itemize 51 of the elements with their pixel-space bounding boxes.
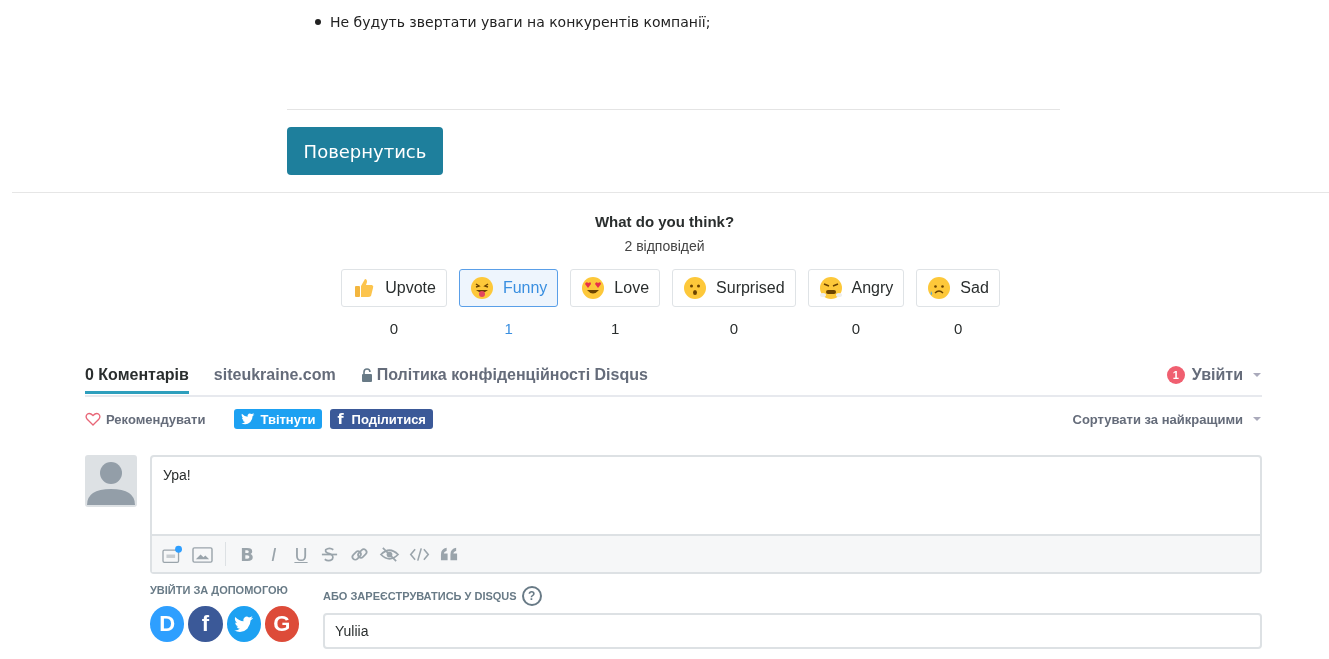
avatar-icon <box>85 455 137 507</box>
reaction-button[interactable]: Angry <box>807 269 905 307</box>
emoji-icon <box>581 276 606 300</box>
social-login-button[interactable]: f <box>188 606 223 642</box>
register-label: АБО ЗАРЕЄСТРУВАТИСЬ У DISQUS <box>323 590 517 602</box>
reaction-count: 0 <box>851 320 861 337</box>
bullet-text: Не будуть звертати уваги на конкурентів компанії; <box>330 14 711 30</box>
share-button[interactable]: Твітнути <box>234 409 323 429</box>
caret-icon <box>1252 416 1262 422</box>
hidden-eye-icon[interactable] <box>379 544 400 564</box>
sort-menu[interactable]: Сортувати за найкращими <box>1072 411 1243 427</box>
recommend-button[interactable]: Рекомендувати <box>85 411 206 427</box>
social-login-button[interactable]: D <box>150 606 185 642</box>
reactions-title: What do you think? <box>593 213 736 230</box>
login-menu[interactable]: Увійти <box>1191 366 1243 384</box>
nav-tab[interactable]: siteukraine.com <box>213 356 336 394</box>
nav-tab[interactable]: Політика конфіденційності Disqus <box>360 356 648 394</box>
heart-icon <box>85 412 101 426</box>
reaction-button[interactable]: Sad <box>916 269 1000 307</box>
responses-count: 2 відповідей <box>623 238 706 254</box>
notification-badge: 1 <box>1166 366 1185 384</box>
name-field[interactable]: Yuliia <box>323 613 1262 649</box>
reaction-count: 0 <box>389 320 399 337</box>
social-login-button[interactable]: G <box>264 606 299 642</box>
image-icon[interactable] <box>192 544 213 564</box>
lock-icon <box>360 368 373 382</box>
reaction-button[interactable]: Love <box>570 269 661 307</box>
caret-icon <box>1252 372 1262 378</box>
reaction-count: 1 <box>504 320 513 337</box>
strikethrough-icon[interactable] <box>319 544 340 564</box>
help-icon[interactable]: ? <box>521 586 542 606</box>
emoji-icon <box>818 276 843 300</box>
share-button[interactable]: f Поділитися <box>330 409 433 429</box>
reaction-button[interactable]: Upvote <box>341 269 447 307</box>
back-button[interactable]: Повернутись <box>287 127 443 175</box>
bullet-icon <box>315 19 321 25</box>
social-login-button[interactable] <box>226 606 261 642</box>
bird-icon <box>241 413 256 425</box>
emoji-icon <box>683 276 708 300</box>
nav-tab[interactable]: 0 Коментарів <box>85 356 189 394</box>
gif-icon[interactable] <box>162 544 183 564</box>
reaction-count: 1 <box>611 320 620 337</box>
reaction-button[interactable]: Surprised <box>672 269 796 307</box>
reaction-count: 0 <box>953 320 963 337</box>
emoji-icon <box>469 276 494 300</box>
comment-field[interactable]: Ура! <box>152 457 1260 534</box>
reaction-count: 0 <box>729 320 738 337</box>
emoji-icon <box>927 276 952 300</box>
bird-icon <box>233 615 254 633</box>
login-with-label: УВІЙТИ ЗА ДОПОМОГОЮ <box>150 584 289 596</box>
reaction-button[interactable]: Funny <box>458 269 559 307</box>
